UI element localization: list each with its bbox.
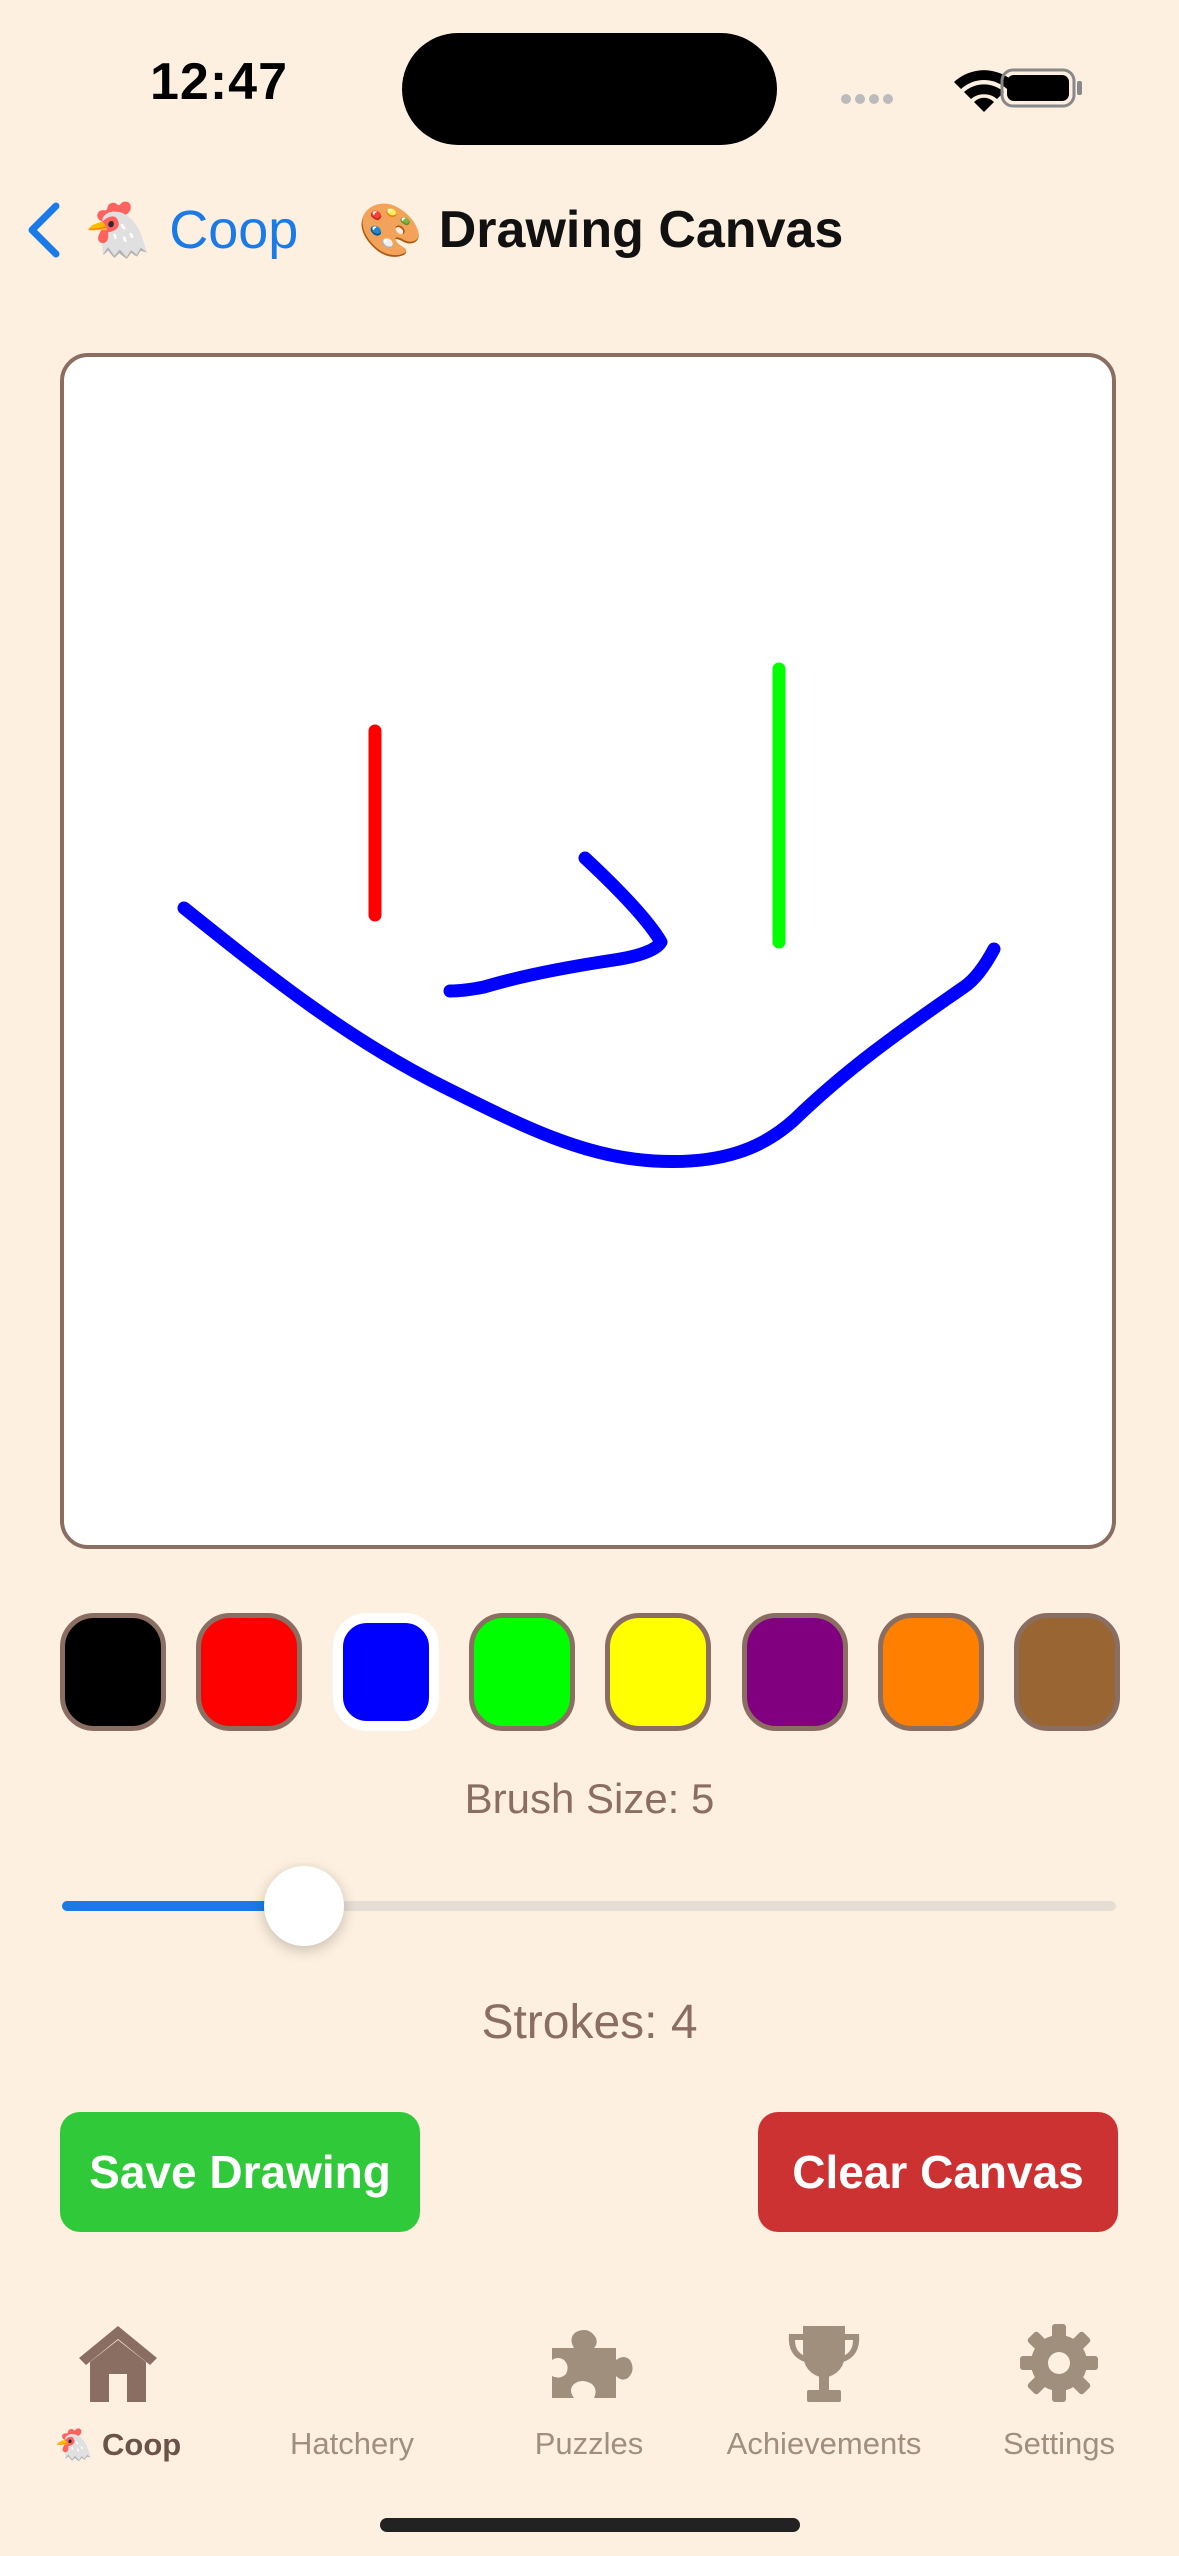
save-drawing-button[interactable]: Save Drawing: [60, 2112, 420, 2232]
chevron-left-icon: [28, 202, 60, 258]
tab-label: Puzzles: [534, 2426, 644, 2461]
trophy-icon: [788, 2326, 860, 2402]
page-title: 🎨 Drawing Canvas: [358, 190, 843, 270]
gear-icon: [1020, 2324, 1098, 2402]
brush-size-label: Brush Size: 5: [464, 1775, 715, 1822]
battery-icon: [1000, 68, 1082, 108]
hatchery-icon-placeholder: [307, 2318, 397, 2408]
color-swatch-orange[interactable]: [878, 1613, 984, 1731]
color-swatch-yellow[interactable]: [605, 1613, 711, 1731]
puzzle-piece-icon: [552, 2330, 633, 2398]
chicken-emoji: 🐔: [54, 2427, 94, 2463]
color-swatch-purple[interactable]: [742, 1613, 848, 1731]
house-icon: [79, 2326, 157, 2402]
brush-size-slider-thumb[interactable]: [264, 1866, 345, 1946]
strokes-count-label: Strokes: 4: [481, 1996, 698, 2049]
tab-hatchery[interactable]: Hatchery: [234, 2318, 470, 2468]
dynamic-island: [402, 33, 777, 145]
back-button[interactable]: 🐔 Coop: [22, 190, 298, 270]
page-title-text: Drawing Canvas: [438, 201, 844, 259]
tab-coop[interactable]: 🐔 Coop: [0, 2318, 236, 2468]
wifi-icon: [954, 70, 1014, 112]
canvas-strokes: [177, 662, 1001, 1169]
tab-settings[interactable]: Settings: [941, 2318, 1177, 2468]
stroke-blue-smile: [177, 901, 1001, 1169]
status-time: 12:47: [150, 53, 288, 111]
tab-achievements[interactable]: Achievements: [706, 2318, 942, 2468]
color-swatch-brown[interactable]: [1014, 1613, 1120, 1731]
drawing-canvas[interactable]: [60, 353, 1116, 1549]
palette-emoji: 🎨: [358, 200, 423, 261]
tab-label: Coop: [102, 2427, 182, 2462]
stroke-blue-nose: [443, 851, 668, 998]
chicken-emoji: 🐔: [84, 198, 152, 261]
color-swatch-green[interactable]: [469, 1613, 575, 1731]
color-swatch-red[interactable]: [196, 1613, 302, 1731]
tab-label: Settings: [1002, 2426, 1115, 2461]
home-indicator: [380, 2518, 800, 2532]
clear-canvas-button[interactable]: Clear Canvas: [758, 2112, 1118, 2232]
back-label: Coop: [169, 200, 299, 260]
tab-label: Achievements: [726, 2426, 922, 2461]
cellular-signal-icon: [841, 94, 893, 104]
tab-label: Hatchery: [289, 2426, 415, 2461]
tab-puzzles[interactable]: Puzzles: [471, 2318, 707, 2468]
status-icons: [841, 68, 1082, 112]
color-swatch-blue[interactable]: [333, 1613, 439, 1731]
color-swatch-black[interactable]: [60, 1613, 166, 1731]
